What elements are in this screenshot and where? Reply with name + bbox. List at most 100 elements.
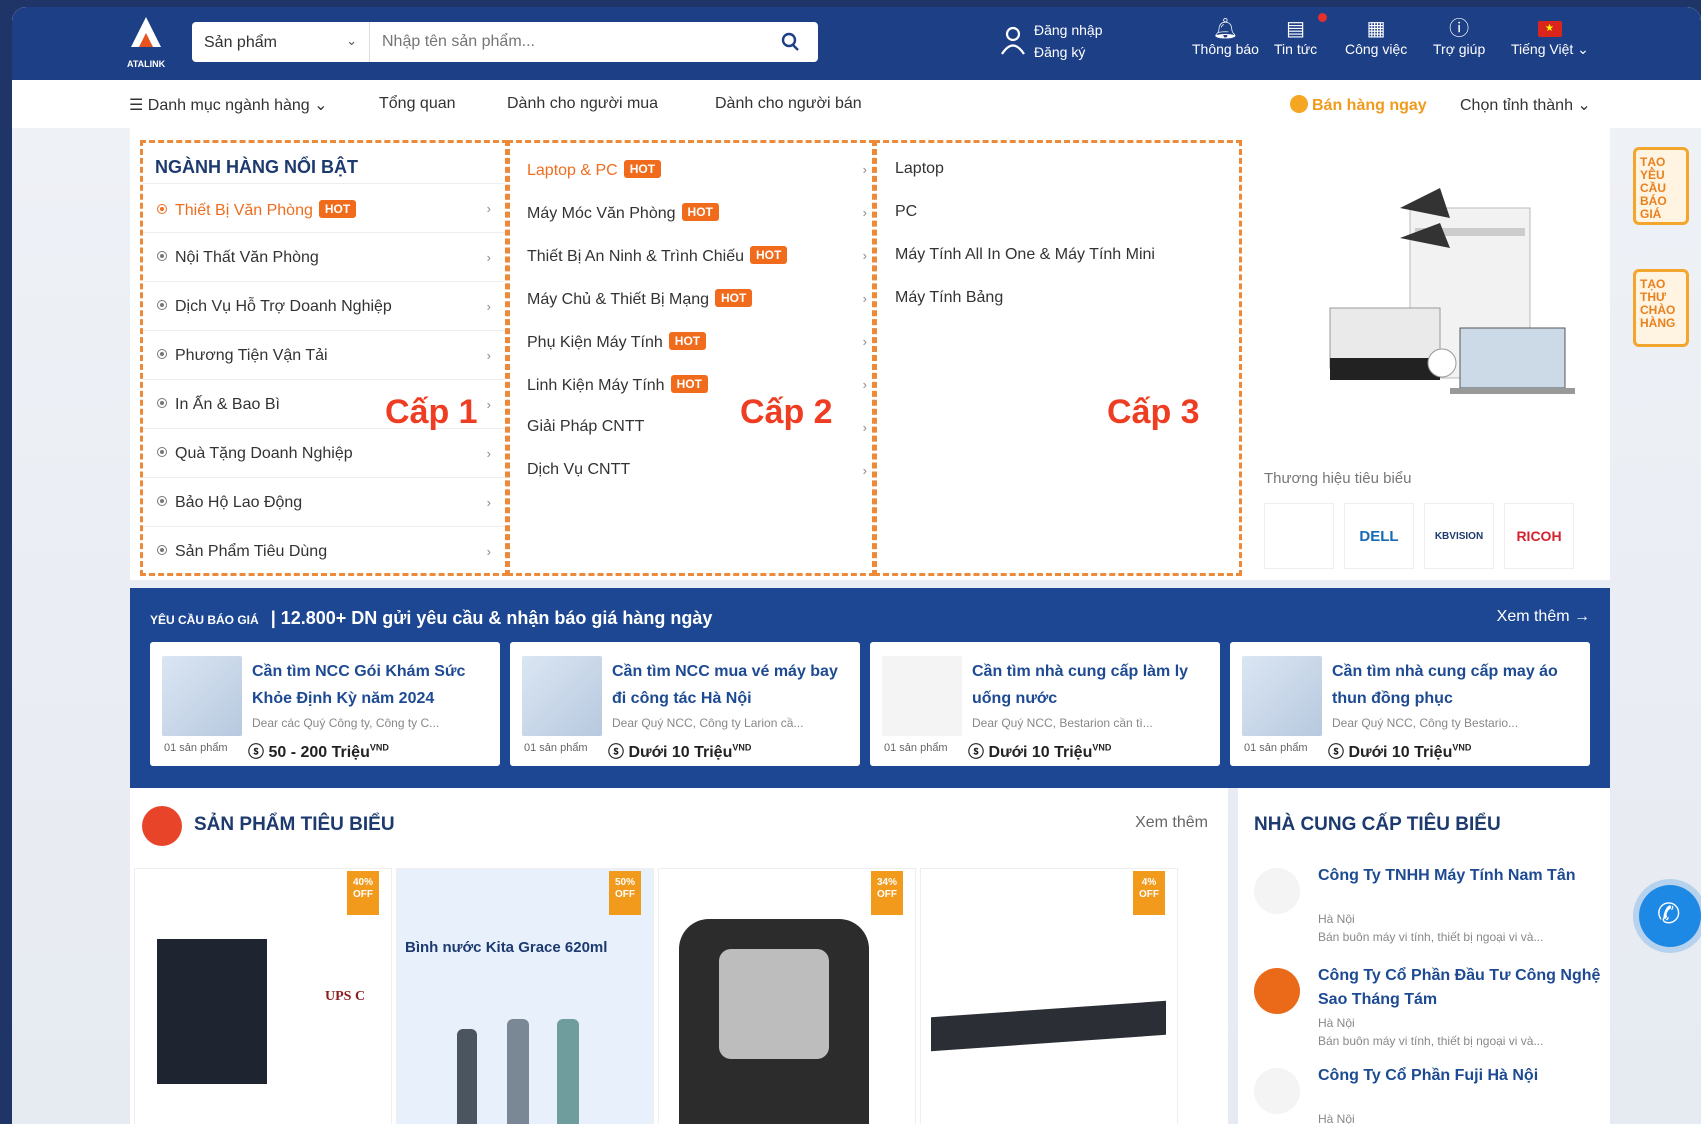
level3-item[interactable]: PC	[895, 203, 917, 221]
level1-title: NGÀNH HÀNG NỔI BẬT	[155, 157, 358, 177]
rfq-thumbnail	[162, 656, 242, 736]
categories-menu[interactable]: ☰ Danh mục ngành hàng ⌄	[129, 95, 328, 115]
news-button[interactable]: ▤ Tin tức	[1274, 17, 1317, 57]
level1-item[interactable]: Quà Tặng Doanh Nghiệp ›	[143, 428, 505, 477]
rfq-card[interactable]: Cần tìm nhà cung cấp làm ly uống nước De…	[870, 642, 1220, 766]
bell-icon: 🔔︎	[1212, 18, 1239, 40]
account-links: Đăng nhập Đăng ký	[1001, 19, 1103, 63]
product-card[interactable]: 4% OFF	[920, 868, 1178, 1124]
news-badge-dot	[1318, 13, 1327, 22]
rfq-thumbnail	[1242, 656, 1322, 736]
top-header: ATALINK Sản phẩm ⌄ Đăng nhập Đăng ký 🔔︎ …	[12, 7, 1701, 80]
fire-icon	[142, 806, 182, 846]
supplier-item[interactable]: Công Ty Cổ Phần Fuji Hà Nội Hà Nội	[1254, 1064, 1604, 1124]
level3-item[interactable]: Máy Tính Bảng	[895, 289, 1003, 307]
discount-badge: 50% OFF	[609, 871, 641, 915]
supplier-logo	[1254, 868, 1300, 914]
product-card[interactable]: 50% OFF Bình nước Kita Grace 620ml	[396, 868, 654, 1124]
supplier-item[interactable]: Công Ty TNHH Máy Tính Nam Tân Hà Nội Bán…	[1254, 864, 1604, 954]
level2-column: Laptop & PC HOT › Máy Móc Văn Phòng HOT › Th…	[507, 140, 875, 576]
product-card[interactable]: 34% OFF	[658, 868, 916, 1124]
create-rfq-side-button[interactable]: TẠO YÊU CẦU BÁO GIÁ	[1633, 147, 1689, 225]
atalink-logo[interactable]: ATALINK	[127, 15, 167, 73]
level1-item[interactable]: Sản Phẩm Tiêu Dùng ›	[143, 526, 505, 575]
sub-navigation: ☰ Danh mục ngành hàng ⌄ Tổng quan Dành c…	[12, 80, 1701, 128]
bottle-image	[557, 1019, 579, 1124]
jobs-button[interactable]: ▦ Công việc	[1345, 17, 1407, 57]
rfq-card[interactable]: Cần tìm nhà cung cấp may áo thun đồng ph…	[1230, 642, 1590, 766]
level1-annotation: Cấp 1	[385, 393, 478, 431]
coin-icon	[1290, 95, 1308, 113]
supplier-logo	[1254, 968, 1300, 1014]
discount-badge: 40% OFF	[347, 871, 379, 915]
rfq-title: YÊU CẦU BÁO GIÁ | 12.800+ DN gửi yêu cầu …	[150, 608, 713, 628]
rfq-thumbnail	[522, 656, 602, 736]
level3-item[interactable]: Máy Tính All In One & Máy Tính Mini	[895, 246, 1155, 264]
brand-kbvision[interactable]: KBVISION	[1424, 503, 1494, 569]
rfq-card[interactable]: Cần tìm NCC mua vé máy bay đi công tác H…	[510, 642, 860, 766]
level1-item[interactable]: Bảo Hộ Lao Động ›	[143, 477, 505, 526]
help-button[interactable]: ⓘ Trợ giúp	[1433, 17, 1485, 57]
notifications-button[interactable]: 🔔︎ Thông báo	[1192, 17, 1259, 57]
chevron-down-icon: ⌄	[346, 33, 357, 48]
user-icon	[1001, 26, 1025, 55]
rfq-card[interactable]: Cần tìm NCC Gói Khám Sức Khỏe Định Kỳ nă…	[150, 642, 500, 766]
office-equipment-image	[1329, 188, 1575, 394]
discount-badge: 4% OFF	[1133, 871, 1165, 915]
search-input[interactable]	[382, 30, 742, 54]
nav-for-buyers[interactable]: Dành cho người mua	[507, 95, 658, 113]
level1-column: NGÀNH HÀNG NỔI BẬT Thiết Bị Văn Phòng HOT…	[140, 140, 508, 576]
nav-for-sellers[interactable]: Dành cho người bán	[715, 95, 862, 113]
featured-products-title: SẢN PHẨM TIÊU BIỂU	[194, 814, 395, 835]
level2-item[interactable]: Phụ Kiện Máy Tính HOT ›	[527, 332, 867, 352]
level3-item[interactable]: Laptop	[895, 160, 944, 178]
category-mega-menu: NGÀNH HÀNG NỔI BẬT Thiết Bị Văn Phòng HOT…	[130, 128, 1610, 580]
brand-dell[interactable]: DELL	[1344, 503, 1414, 569]
search-category-select[interactable]: Sản phẩm ⌄	[192, 22, 370, 62]
featured-products-section: SẢN PHẨM TIÊU BIỂU Xem thêm 40% OFF UPS C…	[130, 788, 1228, 1124]
vietnam-flag-icon	[1537, 21, 1562, 37]
supplier-item[interactable]: Công Ty Cổ Phần Đầu Tư Công Nghệ Sao Thá…	[1254, 964, 1604, 1064]
news-icon: ▤	[1286, 18, 1305, 40]
create-offer-side-button[interactable]: TẠO THƯ CHÀO HÀNG	[1633, 269, 1689, 347]
rfq-more-link[interactable]: Xem thêm →	[1497, 608, 1590, 626]
product-card[interactable]: 40% OFF UPS C	[134, 868, 392, 1124]
register-link[interactable]: Đăng ký	[1034, 41, 1103, 63]
level2-item[interactable]: Dịch Vụ CNTT ›	[527, 461, 867, 479]
calendar-icon: ▦	[1366, 18, 1386, 40]
level3-annotation: Cấp 3	[1107, 393, 1200, 431]
help-icon: ⓘ	[1449, 18, 1470, 40]
search-icon	[781, 32, 799, 51]
level2-annotation: Cấp 2	[740, 393, 833, 431]
products-more-link[interactable]: Xem thêm	[1135, 814, 1208, 832]
brand-ricoh[interactable]: RICOH	[1504, 503, 1574, 569]
level2-item[interactable]: Linh Kiện Máy Tính HOT ›	[527, 375, 867, 395]
ups-image	[157, 939, 267, 1084]
search-bar: Sản phẩm ⌄	[192, 22, 818, 62]
brand-apple[interactable]	[1264, 503, 1334, 569]
level2-item[interactable]: Laptop & PC HOT ›	[527, 160, 867, 180]
rfq-section: YÊU CẦU BÁO GIÁ | 12.800+ DN gửi yêu cầu …	[130, 588, 1610, 788]
supplier-logo	[1254, 1068, 1300, 1114]
featured-suppliers-title: NHÀ CUNG CẤP TIÊU BIỂU	[1254, 814, 1501, 835]
level1-item[interactable]: Phương Tiện Vận Tải ›	[143, 330, 505, 379]
level1-item[interactable]: Dịch Vụ Hỗ Trợ Doanh Nghiệp ›	[143, 281, 505, 330]
login-link[interactable]: Đăng nhập	[1034, 19, 1103, 41]
level1-item[interactable]: Thiết Bị Văn Phòng HOT ›	[143, 183, 505, 232]
phone-call-button[interactable]	[1639, 885, 1701, 947]
nav-overview[interactable]: Tổng quan	[379, 95, 456, 113]
level2-item[interactable]: Máy Móc Văn Phòng HOT ›	[527, 203, 867, 223]
rfq-thumbnail	[882, 656, 962, 736]
level2-item[interactable]: Thiết Bị An Ninh & Trình Chiếu HOT ›	[527, 246, 867, 266]
bottle-image	[457, 1029, 477, 1124]
server-image	[931, 1000, 1166, 1052]
level1-item[interactable]: Nội Thất Văn Phòng ›	[143, 232, 505, 281]
sell-now-button[interactable]: Bán hàng ngay	[1290, 95, 1427, 115]
search-button[interactable]	[762, 22, 818, 62]
browser-frame: ATALINK Sản phẩm ⌄ Đăng nhập Đăng ký 🔔︎ …	[12, 7, 1701, 1124]
level3-column: Laptop PC Máy Tính All In One & Máy Tính…	[874, 140, 1242, 576]
province-select[interactable]: Chọn tỉnh thành ⌄	[1460, 95, 1591, 115]
brands-title: Thương hiệu tiêu biểu	[1264, 470, 1412, 487]
level2-item[interactable]: Máy Chủ & Thiết Bị Mạng HOT ›	[527, 289, 867, 309]
language-select[interactable]: Tiếng Việt ⌄	[1511, 17, 1589, 58]
